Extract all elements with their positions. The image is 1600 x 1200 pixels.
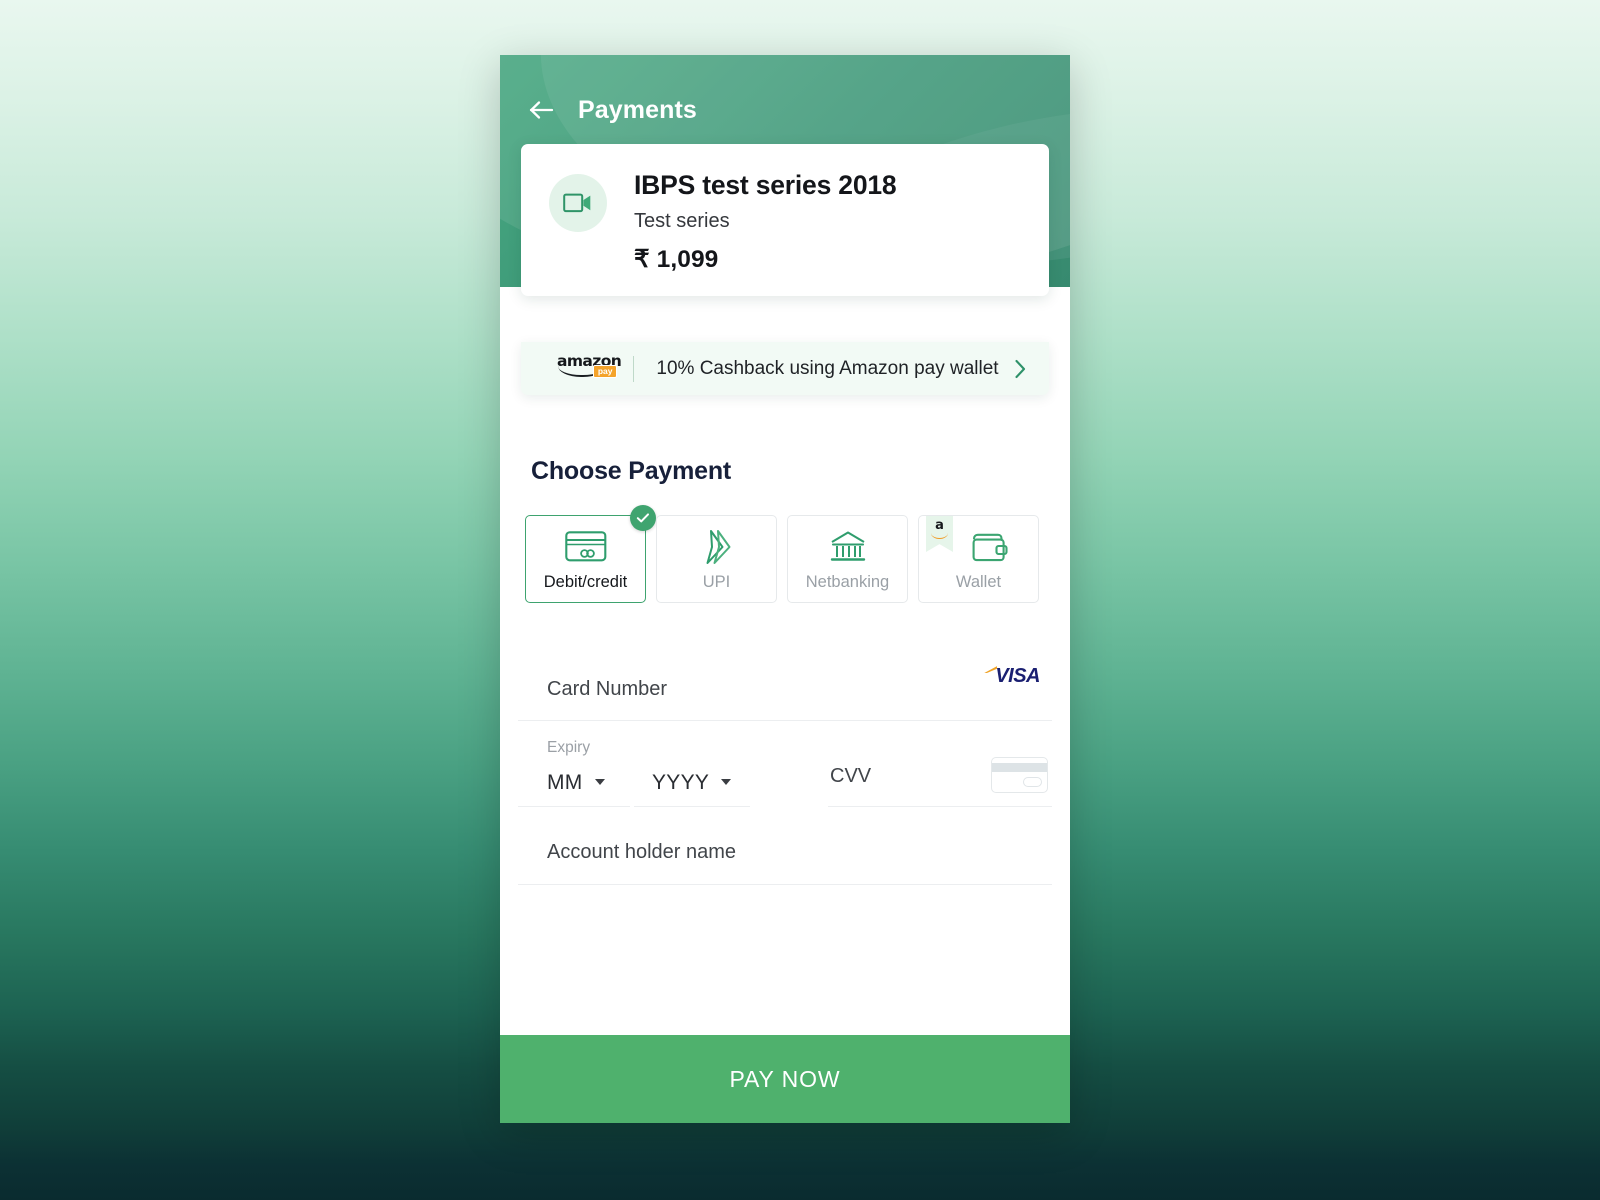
amazon-pay-ribbon: a bbox=[926, 516, 953, 552]
wallet-icon-wrap bbox=[971, 527, 1009, 567]
cvv-location-oval bbox=[1023, 777, 1042, 787]
product-row: IBPS test series 2018 Test series ₹ 1,09… bbox=[521, 170, 1049, 274]
bank-building-icon bbox=[830, 530, 865, 561]
video-camera-icon bbox=[563, 193, 591, 213]
choose-payment-heading: Choose Payment bbox=[531, 457, 732, 485]
payment-method-netbanking[interactable]: Netbanking bbox=[787, 515, 908, 603]
page-title: Payments bbox=[578, 95, 697, 124]
chevron-right-icon bbox=[1015, 359, 1026, 378]
phone-frame: Payments IBPS test series 2018 Test seri… bbox=[500, 55, 1070, 1123]
check-icon bbox=[636, 513, 649, 523]
product-price: ₹ 1,099 bbox=[634, 246, 719, 274]
visa-logo: VISA bbox=[984, 665, 1040, 688]
product-text-block: IBPS test series 2018 Test series ₹ 1,09… bbox=[634, 170, 897, 274]
header-bar: Payments bbox=[500, 81, 1070, 139]
payment-method-label: Netbanking bbox=[805, 572, 890, 591]
netbanking-icon-wrap bbox=[828, 527, 868, 567]
payment-method-label: Debit/credit bbox=[543, 572, 628, 591]
card-number-field[interactable]: Card Number VISA bbox=[518, 659, 1052, 721]
visa-wordmark: VISA bbox=[995, 665, 1040, 687]
payment-method-label: UPI bbox=[702, 572, 731, 591]
upi-icon-wrap bbox=[698, 527, 736, 567]
cvv-placeholder: CVV bbox=[830, 764, 872, 787]
chevron-down-icon bbox=[594, 779, 605, 785]
expiry-month-select[interactable]: MM bbox=[518, 771, 630, 807]
product-icon-container bbox=[549, 174, 607, 232]
wallet-icon bbox=[972, 533, 1008, 561]
card-number-placeholder: Card Number bbox=[547, 678, 668, 700]
expiry-month-value: MM bbox=[547, 771, 583, 794]
back-button[interactable] bbox=[522, 91, 560, 129]
account-holder-field[interactable]: Account holder name bbox=[518, 821, 1052, 885]
account-holder-placeholder: Account holder name bbox=[547, 841, 737, 863]
card-number-row: Card Number VISA bbox=[518, 659, 1052, 721]
amazon-a-letter: a bbox=[935, 518, 944, 533]
card-back-cvv-icon bbox=[991, 757, 1048, 793]
payment-method-upi[interactable]: UPI bbox=[656, 515, 777, 603]
cashback-offer-strip[interactable]: amazon pay 10% Cashback using Amazon pay… bbox=[521, 342, 1049, 395]
arrow-left-icon bbox=[529, 101, 553, 119]
pay-now-label: PAY NOW bbox=[729, 1065, 841, 1092]
pay-now-button[interactable]: PAY NOW bbox=[500, 1035, 1070, 1123]
amazon-pay-badge: pay bbox=[593, 364, 617, 378]
payment-sheet: Choose Payment Debit/credit UPI Netbanki… bbox=[500, 287, 1070, 1035]
payment-method-debit-credit[interactable]: Debit/credit bbox=[525, 505, 656, 603]
product-title: IBPS test series 2018 bbox=[634, 170, 897, 200]
product-subtitle: Test series bbox=[634, 210, 730, 233]
upi-arrows-icon bbox=[706, 529, 730, 564]
payment-method-label: Wallet bbox=[955, 572, 1002, 591]
product-summary-card: IBPS test series 2018 Test series ₹ 1,09… bbox=[521, 144, 1049, 297]
payment-method-tiles: Debit/credit UPI Netbanking a Wallet bbox=[525, 505, 1039, 603]
chevron-down-icon bbox=[721, 779, 732, 785]
cvv-field[interactable]: CVV bbox=[828, 757, 1052, 807]
credit-card-icon bbox=[564, 531, 606, 562]
selected-check-badge bbox=[630, 505, 656, 531]
cashback-chevron[interactable] bbox=[1014, 359, 1027, 379]
cashback-text: 10% Cashback using Amazon pay wallet bbox=[656, 357, 999, 379]
cashback-divider bbox=[633, 355, 635, 382]
card-magnetic-stripe bbox=[992, 763, 1047, 772]
expiry-year-select[interactable]: YYYY bbox=[634, 771, 750, 807]
expiry-label: Expiry bbox=[547, 739, 591, 756]
expiry-year-value: YYYY bbox=[652, 771, 710, 794]
amazon-pay-logo: amazon pay bbox=[557, 352, 622, 386]
expiry-cvv-row: Expiry MM YYYY CVV bbox=[518, 721, 1052, 807]
payment-method-wallet[interactable]: a Wallet bbox=[918, 515, 1039, 603]
card-details-form: Card Number VISA Expiry MM YYYY CVV Acco… bbox=[500, 659, 1070, 885]
credit-card-icon-wrap bbox=[564, 527, 607, 567]
amazon-smile-icon bbox=[931, 533, 948, 539]
